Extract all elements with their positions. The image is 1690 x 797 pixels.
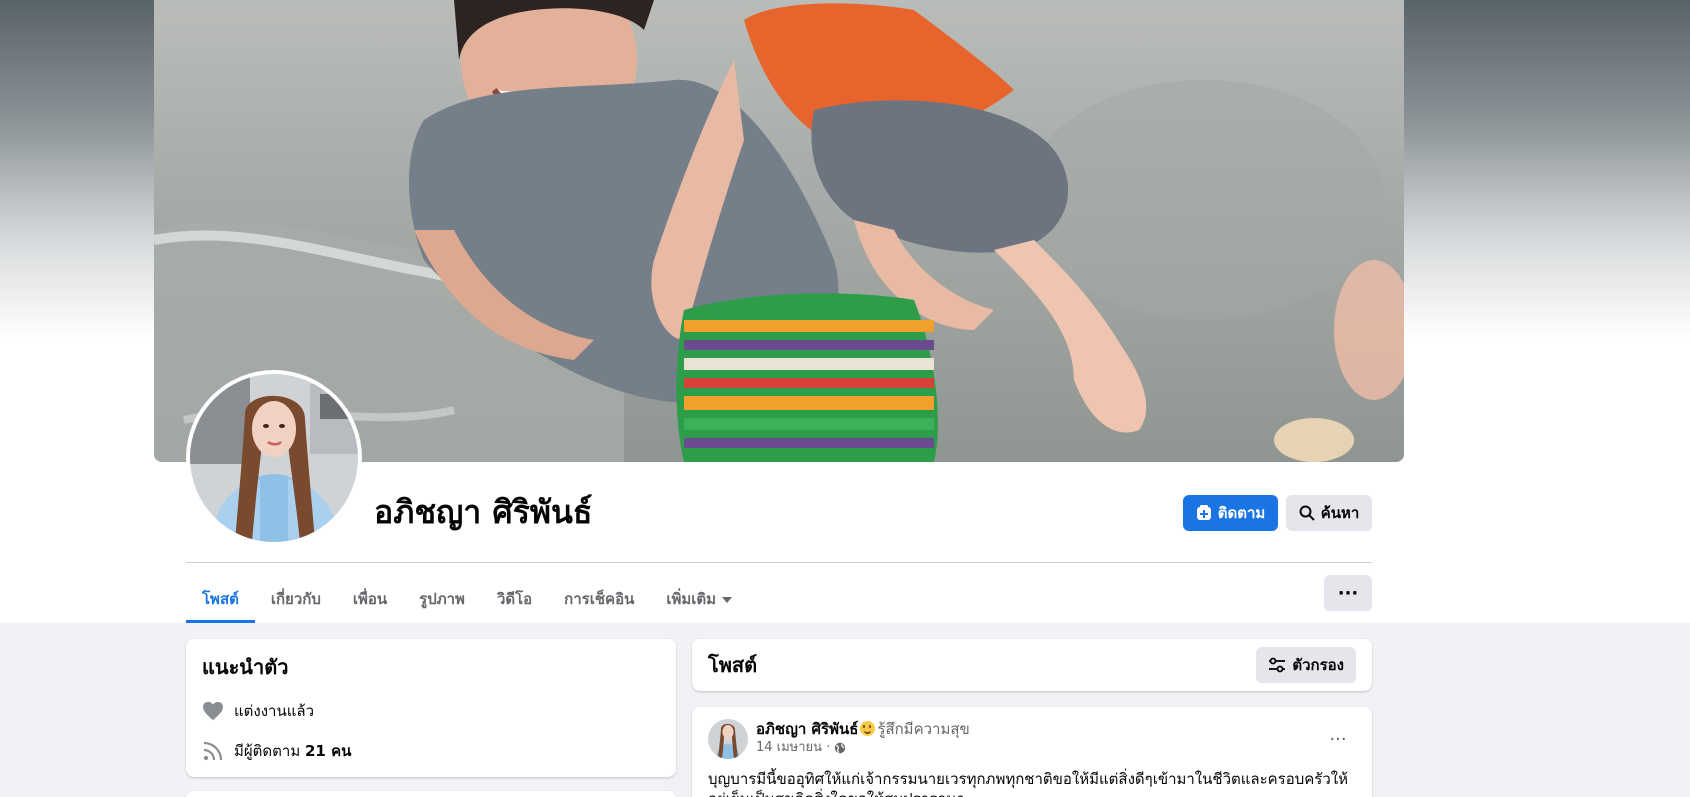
tab-label: เพื่อน [352,590,388,608]
followers-prefix: มีผู้ติดตาม [234,742,301,760]
more-dots-icon: ··· [1329,728,1347,750]
post-date-line: 14 เมษายน · [756,739,970,757]
tab-label: เพิ่มเติม [666,590,717,608]
cover-photo-image [154,0,1404,462]
profile-avatar-image [190,374,358,542]
tab-label: โพสต์ [202,590,239,608]
follow-button-label: ติดตาม [1217,504,1266,522]
post-date[interactable]: 14 เมษายน · [756,739,830,757]
intro-followers: มีผู้ติดตาม 21 คน [202,731,660,771]
post-author-avatar[interactable] [708,719,748,759]
tab-label: รูปภาพ [419,590,465,608]
filter-button[interactable]: ตัวกรอง [1256,647,1356,683]
search-button[interactable]: ค้นหา [1286,495,1372,531]
post-more-button[interactable]: ··· [1320,721,1356,757]
post-author-name[interactable]: อภิชญา ศิริพันธ์ [756,720,858,738]
more-dots-icon: ··· [1337,582,1359,604]
profile-name: อภิชญา ศิริพันธ์ [374,493,593,531]
globe-icon [835,742,846,754]
tab-checkins[interactable]: การเช็คอิน [548,575,650,623]
post-author-line: อภิชญา ศิริพันธ์ รู้สึกมีความสุข [756,719,970,739]
post-text: บุญบารมีนี้ขออุทิศให้แก่เจ้ากรรมนายเวรทุ… [708,770,1348,797]
follow-button[interactable]: ติดตาม [1183,495,1278,531]
posts-header-card: โพสต์ ตัวกรอง [692,639,1372,691]
search-icon [1299,505,1315,521]
next-left-card [186,791,676,797]
followers-count[interactable]: 21 คน [305,742,351,760]
tab-about[interactable]: เกี่ยวกับ [255,575,337,623]
smiley-emoji-icon [860,721,876,736]
followers-feed-icon [202,740,224,762]
tab-photos[interactable]: รูปภาพ [403,575,481,623]
filter-sliders-icon [1269,657,1286,673]
relationship-text: แต่งงานแล้ว [234,702,315,720]
tab-label: วิดีโอ [496,590,533,608]
tab-label: การเช็คอิน [564,590,635,608]
profile-tabs: โพสต์ เกี่ยวกับ เพื่อน รูปภาพ วิดีโอ การ… [186,575,748,623]
intro-title: แนะนำตัว [202,655,289,679]
post-feeling: รู้สึกมีความสุข [877,720,970,738]
tab-posts[interactable]: โพสต์ [186,575,255,623]
heart-icon [202,700,224,722]
tab-videos[interactable]: วิดีโอ [481,575,548,623]
follow-add-icon [1196,505,1211,520]
posts-title: โพสต์ [708,653,758,677]
post-header: อภิชญา ศิริพันธ์ รู้สึกมีความสุข 14 เมษาย… [708,719,1356,759]
tab-label: เกี่ยวกับ [270,590,321,608]
post-meta: อภิชญา ศิริพันธ์ รู้สึกมีความสุข 14 เมษาย… [756,719,970,757]
intro-card: แนะนำตัว แต่งงานแล้ว มีผู้ติดตาม 21 คน [186,639,676,777]
tab-friends[interactable]: เพื่อน [337,575,403,623]
profile-header-area: อภิชญา ศิริพันธ์ ติดตาม ค้นหา โพสต์ เกี่… [0,0,1690,623]
tab-more[interactable]: เพิ่มเติม [650,575,748,623]
header-divider [186,562,1372,563]
cover-photo[interactable] [154,0,1404,462]
followers-text: มีผู้ติดตาม 21 คน [234,739,351,763]
caret-down-icon [722,597,733,603]
intro-relationship: แต่งงานแล้ว [202,691,660,731]
profile-more-button[interactable]: ··· [1324,575,1372,611]
profile-avatar[interactable] [186,370,362,546]
search-button-label: ค้นหา [1320,504,1360,522]
filter-button-label: ตัวกรอง [1292,656,1344,674]
post-card: อภิชญา ศิริพันธ์ รู้สึกมีความสุข 14 เมษาย… [692,707,1372,797]
